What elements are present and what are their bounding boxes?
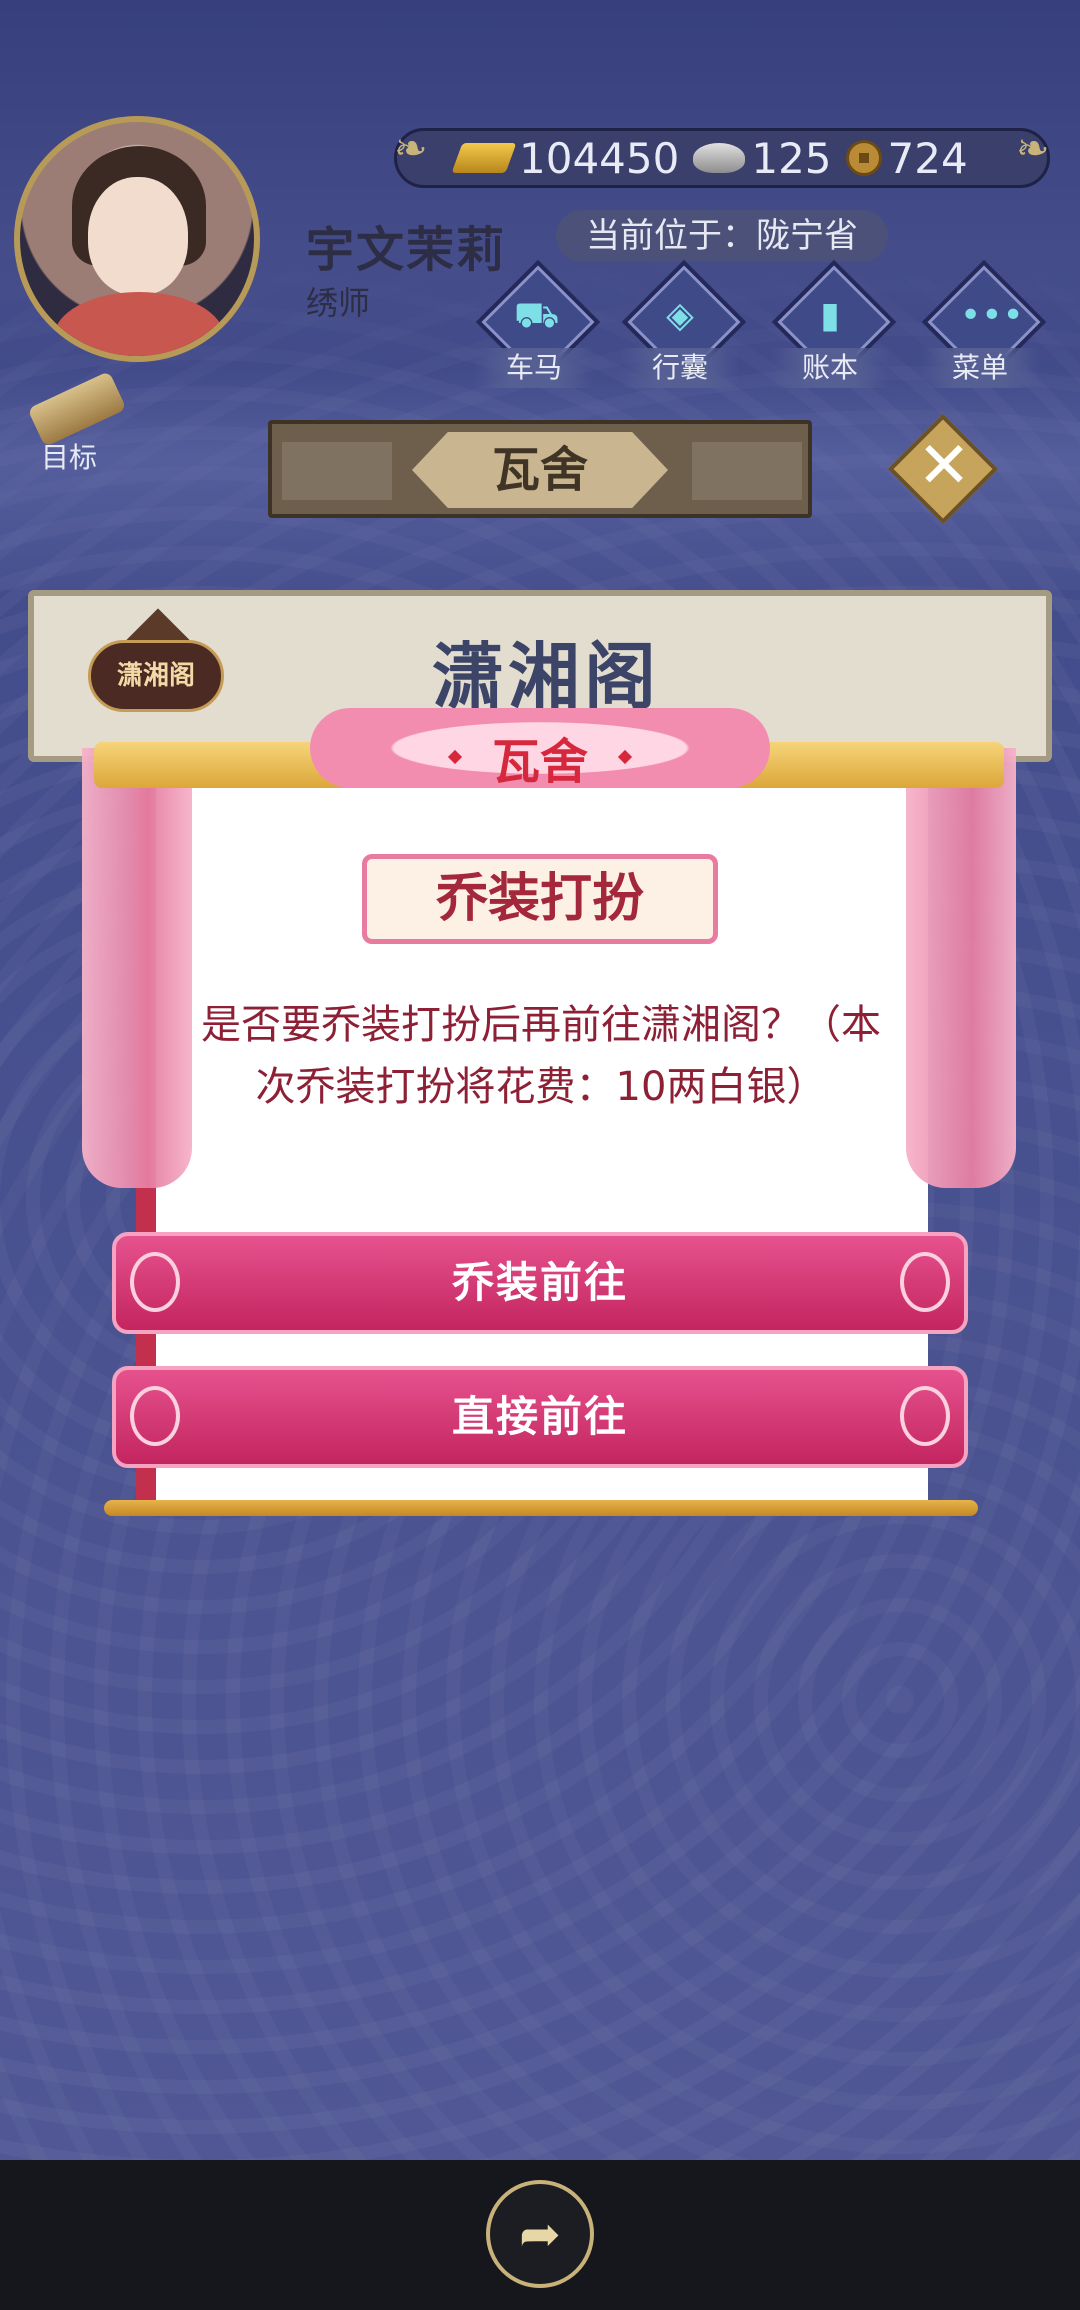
button-label: 直接前往 [451, 1392, 628, 1441]
close-icon[interactable]: ✕ [908, 424, 980, 508]
currency-bar: 104450 125 724 [394, 128, 1050, 188]
nav-menu-button[interactable]: ••• 菜单 [920, 259, 1047, 388]
player-avatar[interactable] [14, 116, 260, 362]
nav-label: 车马 [474, 348, 594, 388]
dialog-top-title: 瓦舍 [491, 734, 588, 790]
silver-ingot-icon [693, 143, 746, 173]
ledger-icon: ▮ [820, 295, 840, 336]
share-button[interactable]: ➦ [486, 2180, 594, 2288]
bag-icon: ◈ [666, 295, 694, 336]
carriage-icon: ⛟ [514, 295, 560, 336]
nav-label: 账本 [770, 348, 890, 388]
location-badge: 潇湘阁 [88, 640, 224, 712]
avatar-face [88, 177, 188, 295]
silver-amount: 125 [751, 133, 832, 183]
coin-icon [845, 140, 882, 176]
button-label: 乔装前往 [451, 1258, 628, 1307]
nav-ledger-button[interactable]: ▮ 账本 [770, 259, 897, 388]
player-profession: 绣师 [306, 284, 371, 322]
curtain-left [82, 748, 192, 1188]
cloud-ornament-icon [130, 1386, 180, 1446]
goal-label: 目标 [40, 441, 97, 474]
bamboo-leaf-icon: ❧ [1016, 126, 1050, 172]
nav-carriage-button[interactable]: ⛟ 车马 [474, 259, 601, 388]
section-header: 瓦舍 [268, 420, 812, 518]
section-title: 瓦舍 [412, 432, 668, 508]
right-arrow-decoration [692, 442, 802, 500]
dialog-bottom-rod [104, 1500, 978, 1516]
current-location: 当前位于：陇宁省 [556, 210, 888, 262]
coin-amount: 724 [887, 133, 968, 183]
nav-label: 行囊 [620, 348, 740, 388]
share-icon: ➦ [519, 2205, 561, 2263]
disguise-go-button[interactable]: 乔装前往 [112, 1232, 968, 1334]
gold-amount: 104450 [519, 133, 680, 183]
avatar-body [54, 292, 224, 356]
dialog-message: 是否要乔装打扮后再前往潇湘阁？（本次乔装打扮将花费：10两白银） [201, 1002, 881, 1110]
cloud-ornament-icon [900, 1252, 950, 1312]
cloud-ornament-icon [900, 1386, 950, 1446]
dialog-heading: 乔装打扮 [362, 854, 718, 944]
nav-bag-button[interactable]: ◈ 行囊 [620, 259, 747, 388]
cloud-ornament-icon [130, 1252, 180, 1312]
curtain-right [906, 748, 1016, 1188]
gold-counter: 104450 [451, 133, 680, 183]
goal-button[interactable]: 目标 [14, 370, 127, 480]
silver-counter: 125 [693, 133, 832, 183]
nav-label: 菜单 [920, 348, 1040, 388]
menu-dots-icon: ••• [960, 295, 1024, 336]
bamboo-leaf-icon: ❧ [394, 126, 428, 172]
left-arrow-decoration [282, 442, 392, 500]
gold-ingot-icon [451, 143, 517, 173]
coin-counter: 724 [845, 133, 968, 183]
direct-go-button[interactable]: 直接前往 [112, 1366, 968, 1468]
